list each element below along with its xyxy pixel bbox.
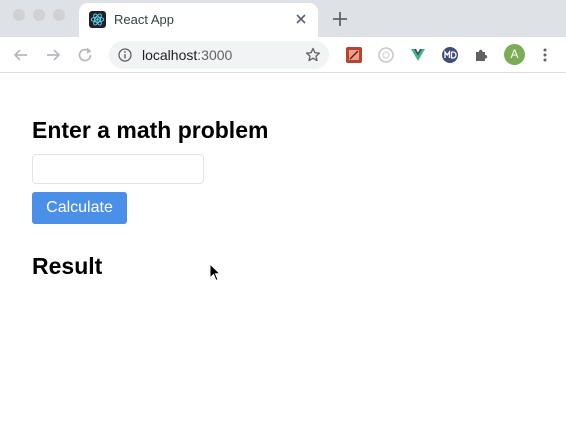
tab-strip: React App [0, 0, 566, 37]
calculate-button[interactable]: Calculate [32, 192, 127, 224]
url-host: localhost [142, 47, 198, 63]
browser-tab[interactable]: React App [79, 3, 318, 37]
back-arrow-icon[interactable] [12, 46, 30, 64]
math-problem-input[interactable] [32, 154, 204, 184]
vue-devtools-icon[interactable] [409, 46, 427, 64]
result-heading: Result [32, 253, 103, 279]
markdown-extension-icon[interactable] [441, 46, 459, 64]
tab-close-icon[interactable] [293, 11, 309, 27]
browser-toolbar: localhost:3000 A [0, 37, 566, 73]
bookmark-star-icon[interactable] [305, 47, 321, 63]
react-logo-icon [89, 11, 106, 28]
reload-icon[interactable] [76, 46, 94, 64]
new-tab-icon[interactable] [331, 10, 349, 28]
info-icon[interactable] [118, 48, 132, 62]
tab-title: React App [114, 12, 174, 27]
extensions-puzzle-icon[interactable] [473, 46, 491, 64]
address-bar[interactable]: localhost:3000 [109, 41, 329, 69]
extension-circle-icon[interactable] [377, 46, 395, 64]
mouse-cursor-icon [209, 262, 222, 282]
window-minimize-dot[interactable] [33, 9, 45, 21]
url-port: :3000 [197, 47, 233, 63]
window-zoom-dot[interactable] [53, 9, 65, 21]
profile-avatar[interactable]: A [504, 44, 525, 65]
window-close-dot[interactable] [13, 9, 25, 21]
browser-menu-icon[interactable] [541, 47, 549, 63]
page-title: Enter a math problem [32, 117, 269, 143]
forward-arrow-icon[interactable] [44, 46, 62, 64]
extension-red-icon[interactable] [345, 46, 363, 64]
url-text: localhost:3000 [142, 47, 232, 63]
